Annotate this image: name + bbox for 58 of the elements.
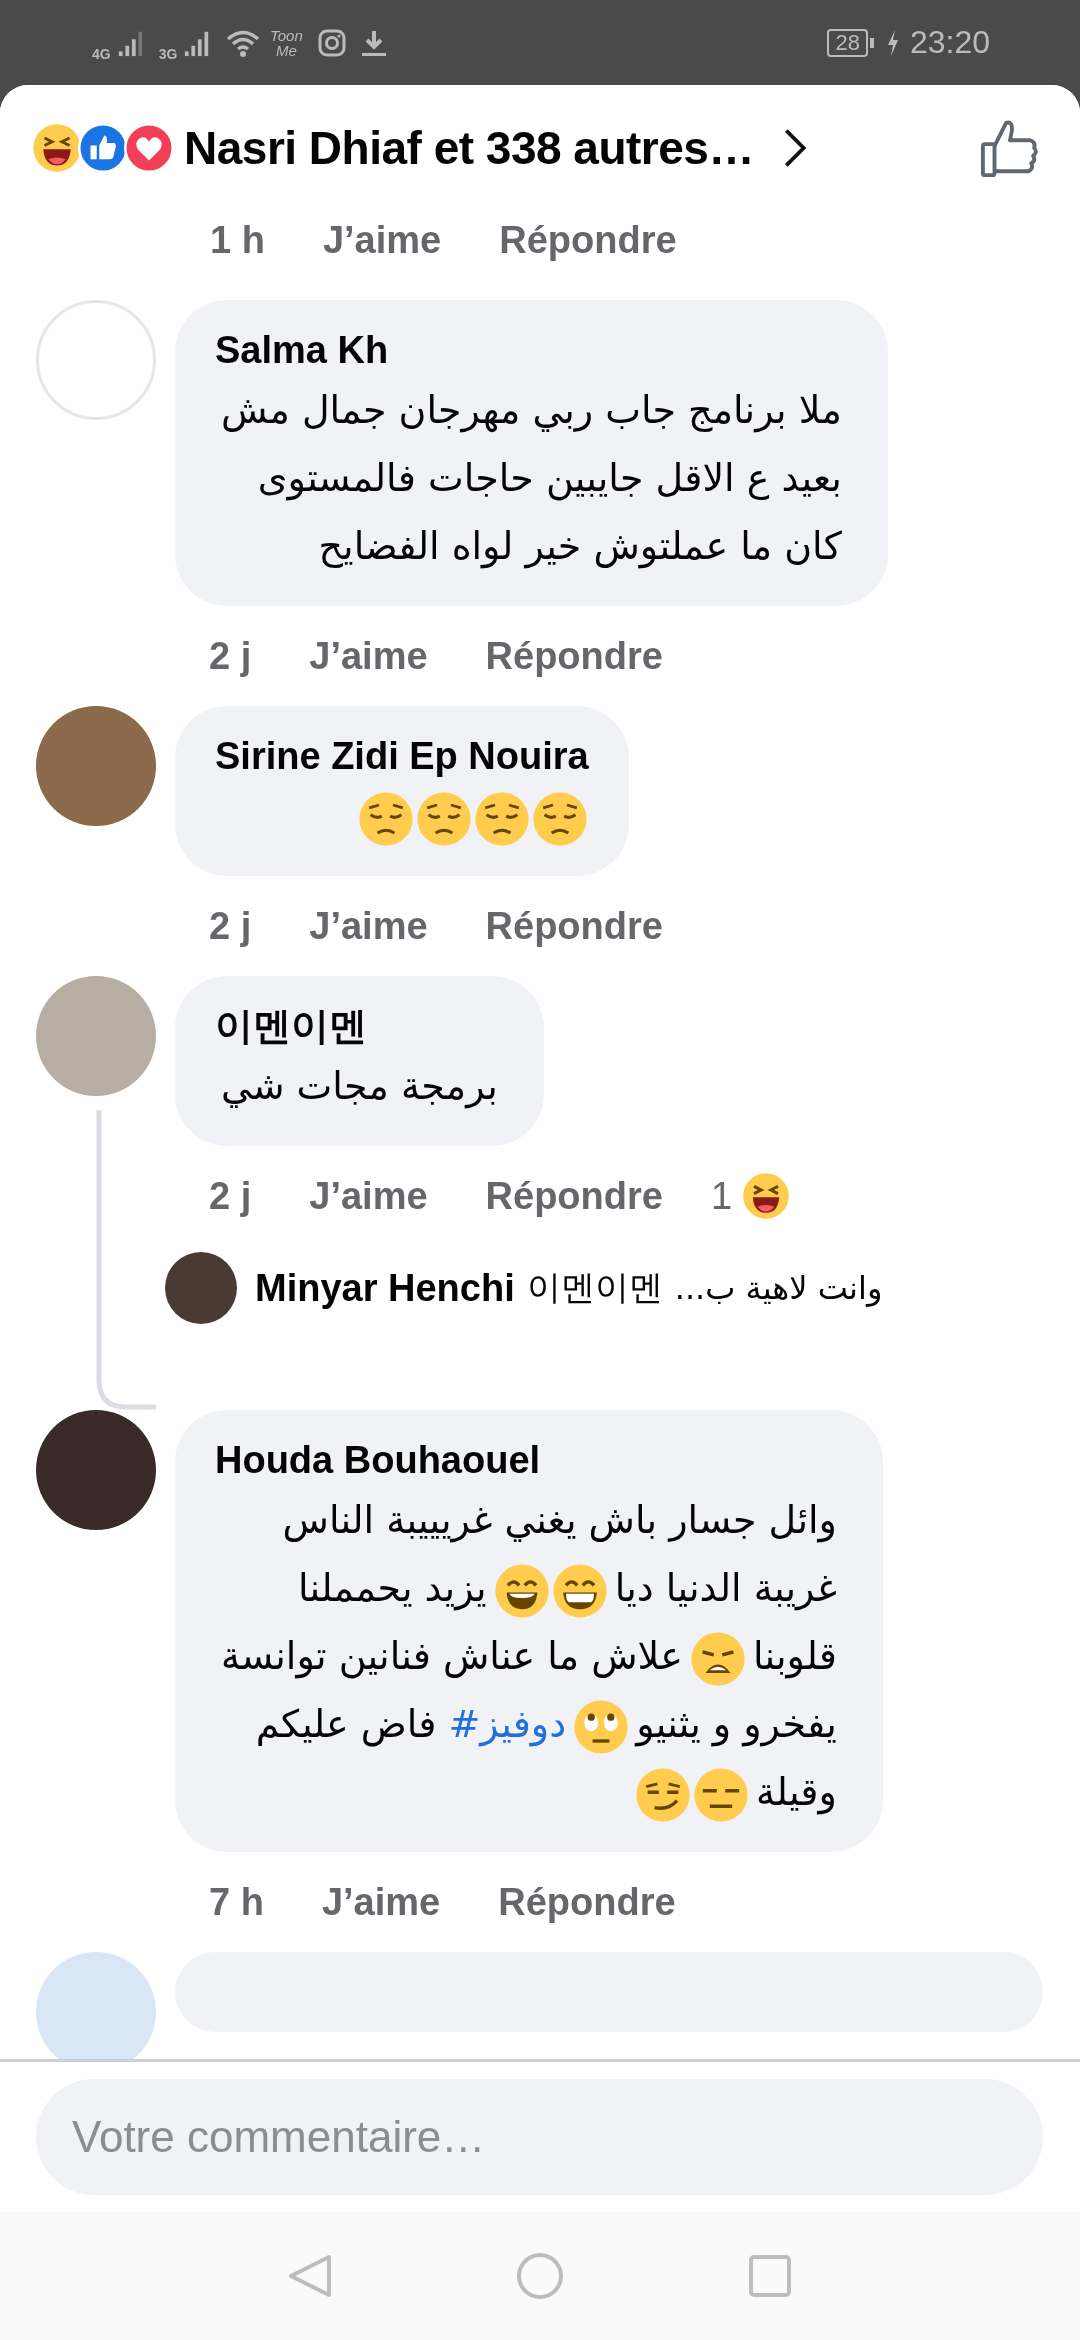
network-label: 3G	[158, 45, 178, 62]
comment-text: يزيد يحمملنا	[297, 1566, 487, 1610]
smiling-face-icon	[493, 1562, 550, 1619]
comment-text: غريبة الدنيا ديا	[614, 1566, 837, 1610]
comment-time: 2 j	[209, 634, 252, 678]
expressionless-face-icon	[692, 1766, 749, 1823]
reaction-count[interactable]: 1	[710, 1174, 733, 1218]
comment-text: وائل جسار باش يغني غريييبة الناس	[282, 1498, 837, 1542]
laughing-face-icon[interactable]	[742, 1172, 791, 1220]
eye-roll-face-icon	[573, 1698, 630, 1755]
grinning-face-icon	[551, 1562, 608, 1619]
pensive-face-icon	[473, 790, 530, 847]
comment-text: برمجة مجات شي	[221, 1064, 498, 1108]
author-name[interactable]: Salma Kh	[215, 324, 848, 376]
like-link[interactable]: J’aime	[309, 634, 428, 678]
mention-text: 이멘이멘	[526, 1267, 663, 1308]
laughing-face-icon	[32, 122, 82, 173]
clock-time: 23:20	[909, 24, 990, 61]
camera-icon	[317, 27, 348, 58]
weary-face-icon	[689, 1630, 746, 1687]
pensive-face-icon	[531, 790, 588, 847]
comment-text: فاض عليكم	[255, 1702, 437, 1746]
comment-text: قلوبنا	[752, 1634, 837, 1678]
pensive-face-icon	[357, 790, 414, 847]
like-link[interactable]: J’aime	[309, 1174, 428, 1218]
reactions-summary-link[interactable]: Nasri Dhiaf et 338 autres…	[184, 120, 754, 175]
network-label: 4G	[92, 45, 111, 62]
author-name[interactable]: 이멘이멘	[215, 1000, 504, 1052]
pensive-face-icon	[415, 790, 472, 847]
reply-link[interactable]: Répondre	[498, 1880, 676, 1924]
reply-link[interactable]: Répondre	[485, 904, 663, 948]
thumbs-up-icon	[78, 122, 128, 173]
comment-text: علاش ما عناش فنانين توانسة	[221, 1634, 683, 1678]
comment-time: 2 j	[209, 1174, 252, 1218]
like-link[interactable]: J’aime	[309, 904, 428, 948]
comment-text: بعيد ع الاقل جايبين حاجات فالمستوى	[257, 456, 842, 500]
author-name[interactable]: Houda Bouhaouel	[215, 1434, 843, 1486]
reply-link[interactable]: Répondre	[485, 634, 663, 678]
comment-text: وقيلة	[755, 1770, 837, 1814]
comment-input-field[interactable]: Votre commentaire…	[36, 2079, 1043, 2195]
charging-icon	[885, 28, 900, 57]
comment-text: ملا برنامج جاب ربي مهرجان جمال مش	[221, 388, 842, 432]
comment-text: يفخرو و يثنيو	[636, 1702, 837, 1746]
author-name[interactable]: Sirine Zidi Ep Nouira	[215, 730, 589, 782]
like-link[interactable]: J’aime	[322, 218, 442, 262]
reply-link[interactable]: Répondre	[499, 218, 677, 262]
comment-time: 7 h	[209, 1880, 264, 1924]
reply-link[interactable]: Répondre	[485, 1174, 663, 1218]
hashtag-link[interactable]: #دوفيز	[448, 1702, 567, 1746]
comment-time: 1 h	[210, 218, 265, 262]
app-notification-label: Toon Me	[268, 27, 304, 58]
reply-preview-text[interactable]: وانت لاهية ب...	[674, 1269, 883, 1307]
author-name[interactable]: Minyar Henchi	[255, 1266, 515, 1310]
like-link[interactable]: J’aime	[321, 1880, 441, 1924]
comment-text: كان ما عملتوش خير لواه الفضايح	[318, 524, 842, 568]
comment-time: 2 j	[209, 904, 252, 948]
smirking-face-icon	[634, 1766, 691, 1823]
battery-indicator: 28	[827, 28, 874, 57]
